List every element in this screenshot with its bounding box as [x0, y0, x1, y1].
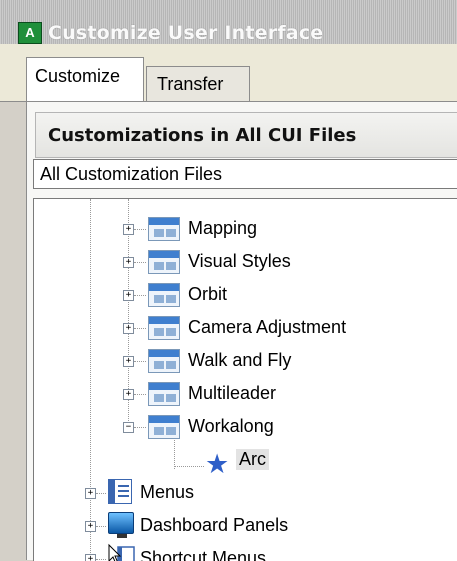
- expand-icon[interactable]: +: [123, 257, 134, 268]
- tree-item-label: Mapping: [188, 218, 258, 238]
- toolbar-icon: [148, 382, 180, 406]
- tree-item-label: Visual Styles: [188, 251, 291, 271]
- tree-item-label: Multileader: [188, 383, 277, 403]
- cui-file-dropdown[interactable]: All Customization Files: [33, 159, 457, 189]
- tree-item-label: Dashboard Panels: [140, 515, 289, 535]
- expand-icon[interactable]: +: [123, 224, 134, 235]
- tree-connector: [134, 394, 146, 395]
- tree-connector: [174, 466, 204, 467]
- tree-connector: [134, 427, 146, 428]
- expand-icon[interactable]: +: [85, 488, 96, 499]
- tree-connector: [134, 229, 146, 230]
- tab-transfer[interactable]: Transfer: [146, 66, 250, 101]
- window-title: Customize User Interface: [48, 22, 324, 44]
- toolbar-icon: [148, 283, 180, 307]
- tree-item-label: Camera Adjustment: [188, 317, 347, 337]
- app-icon[interactable]: A: [18, 22, 42, 44]
- tab-customize[interactable]: Customize: [26, 57, 144, 101]
- customizations-panel: Customizations in All CUI Files All Cust…: [26, 102, 457, 561]
- expand-icon[interactable]: +: [123, 323, 134, 334]
- menu-icon: [108, 479, 132, 504]
- tree-connector: [134, 295, 146, 296]
- tree-connector: [134, 328, 146, 329]
- toolbar-icon: [148, 349, 180, 373]
- customization-tree[interactable]: + Mapping + Visual Styles + Orbit + Came…: [33, 198, 457, 561]
- toolbar-icon: [148, 415, 180, 439]
- tree-guide-workalong: [174, 437, 175, 469]
- title-bar[interactable]: A Customize User Interface: [0, 0, 457, 45]
- toolbar-icon: [148, 316, 180, 340]
- tree-item-label: Menus: [140, 482, 195, 502]
- tree-item-label: Orbit: [188, 284, 228, 304]
- tab-strip: Customize Transfer: [0, 44, 457, 102]
- tree-connector: [134, 262, 146, 263]
- expand-icon[interactable]: +: [123, 389, 134, 400]
- tree-item-label: Walk and Fly: [188, 350, 292, 370]
- panel-header: Customizations in All CUI Files: [35, 112, 457, 158]
- shortcut-menu-icon: [108, 543, 135, 561]
- toolbar-icon: [148, 217, 180, 241]
- expand-icon[interactable]: +: [123, 356, 134, 367]
- expand-icon[interactable]: +: [85, 521, 96, 532]
- tree-item-label: Arc: [236, 449, 269, 470]
- expand-icon[interactable]: +: [123, 290, 134, 301]
- tree-item-label: Shortcut Menus: [140, 548, 267, 561]
- tree-connector: [134, 361, 146, 362]
- dashboard-panel-icon: [108, 512, 134, 538]
- tree-connector: [96, 526, 106, 527]
- toolbar-icon: [148, 250, 180, 274]
- tree-item-label: Workalong: [188, 416, 274, 436]
- tree-connector: [96, 493, 106, 494]
- star-icon: ★: [205, 449, 230, 479]
- tree-guide-root: [90, 199, 91, 561]
- collapse-icon[interactable]: −: [123, 422, 134, 433]
